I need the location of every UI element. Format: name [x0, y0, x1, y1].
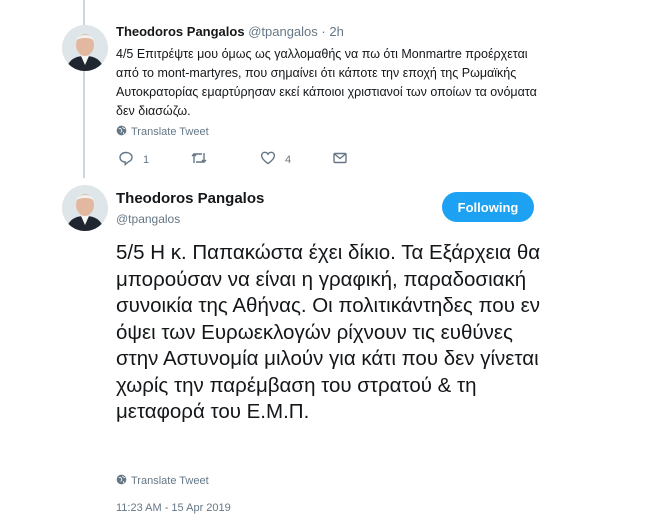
retweet-icon — [190, 150, 208, 169]
translate-tweet-link[interactable]: Translate Tweet — [116, 474, 209, 488]
reply-icon — [118, 150, 134, 169]
globe-icon — [116, 474, 127, 488]
author-handle[interactable]: @tpangalos — [248, 24, 318, 39]
separator-dot: · — [321, 24, 326, 39]
like-icon — [260, 150, 276, 169]
retweet-button[interactable] — [190, 150, 217, 169]
following-button[interactable]: Following — [442, 192, 534, 222]
avatar[interactable] — [62, 25, 108, 71]
author-name[interactable]: Theodoros Pangalos — [116, 24, 245, 39]
author-name[interactable]: Theodoros Pangalos — [116, 190, 264, 207]
reply-count: 1 — [143, 153, 150, 166]
tweet1-header: Theodoros Pangalos @tpangalos · 2h — [116, 24, 344, 39]
like-count: 4 — [285, 153, 292, 166]
message-icon — [332, 150, 348, 169]
avatar-image — [62, 185, 108, 231]
translate-label: Translate Tweet — [131, 475, 209, 487]
avatar-image — [62, 25, 108, 71]
reply-button[interactable]: 1 — [118, 150, 149, 169]
tweet-timestamp[interactable]: 11:23 AM - 15 Apr 2019 — [116, 502, 231, 514]
avatar[interactable] — [62, 185, 108, 231]
tweet1-text: 4/5 Επιτρέψτε μου όμως ως γαλλομαθής να … — [116, 47, 537, 118]
author-handle[interactable]: @tpangalos — [116, 212, 180, 226]
like-button[interactable]: 4 — [260, 150, 291, 169]
tweet1-actions: 1 4 — [116, 150, 376, 168]
tweet2-text: 5/5 Η κ. Παπακώστα έχει δίκιο. Τα Εξάρχε… — [116, 241, 541, 423]
tweet-time[interactable]: 2h — [329, 24, 343, 39]
translate-tweet-link[interactable]: Translate Tweet — [116, 125, 209, 139]
globe-icon — [116, 125, 127, 139]
translate-label: Translate Tweet — [131, 126, 209, 138]
message-button[interactable] — [332, 150, 348, 169]
